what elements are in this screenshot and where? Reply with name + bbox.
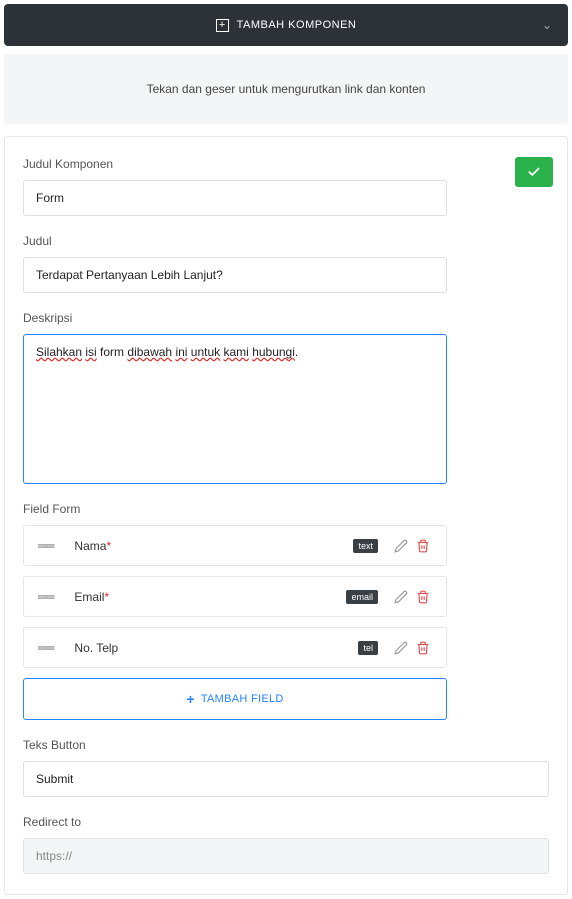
plus-square-icon: + [216, 19, 229, 32]
redirect-to-label: Redirect to [23, 815, 549, 829]
redirect-to-input[interactable] [23, 838, 549, 874]
judul-komponen-label: Judul Komponen [23, 157, 549, 171]
chevron-down-icon: ⌄ [542, 18, 552, 32]
delete-icon[interactable] [416, 641, 432, 655]
teks-button-input[interactable] [23, 761, 549, 797]
component-editor-card: Judul Komponen Judul Deskripsi Silahkan … [4, 136, 568, 895]
field-type-badge: email [346, 590, 378, 604]
drag-handle-icon[interactable]: ══ [38, 589, 52, 604]
field-row: ══ Email*email [23, 576, 447, 617]
edit-icon[interactable] [394, 590, 410, 604]
drag-hint: Tekan dan geser untuk mengurutkan link d… [4, 54, 568, 124]
deskripsi-textarea[interactable]: Silahkan isi form dibawah ini untuk kami… [23, 334, 447, 484]
plus-icon: + [186, 691, 194, 707]
judul-input[interactable] [23, 257, 447, 293]
add-component-bar[interactable]: + TAMBAH KOMPONEN ⌄ [4, 4, 568, 46]
field-type-badge: text [353, 539, 378, 553]
add-component-label: TAMBAH KOMPONEN [237, 19, 357, 31]
drag-handle-icon[interactable]: ══ [38, 640, 52, 655]
edit-icon[interactable] [394, 641, 410, 655]
judul-komponen-input[interactable] [23, 180, 447, 216]
add-field-label: TAMBAH FIELD [201, 693, 284, 705]
delete-icon[interactable] [416, 590, 432, 604]
required-star: * [104, 590, 109, 604]
field-name: Nama* [74, 539, 353, 553]
drag-handle-icon[interactable]: ══ [38, 538, 52, 553]
field-form-label: Field Form [23, 502, 549, 516]
judul-label: Judul [23, 234, 549, 248]
delete-icon[interactable] [416, 539, 432, 553]
field-name: No. Telp [74, 641, 358, 655]
add-field-button[interactable]: + TAMBAH FIELD [23, 678, 447, 720]
field-row: ══ No. Telptel [23, 627, 447, 668]
confirm-button[interactable] [515, 157, 553, 187]
field-name: Email* [74, 590, 346, 604]
field-type-badge: tel [358, 641, 378, 655]
check-icon [527, 165, 541, 179]
required-star: * [106, 539, 111, 553]
edit-icon[interactable] [394, 539, 410, 553]
teks-button-label: Teks Button [23, 738, 549, 752]
field-row: ══ Nama*text [23, 525, 447, 566]
deskripsi-label: Deskripsi [23, 311, 549, 325]
